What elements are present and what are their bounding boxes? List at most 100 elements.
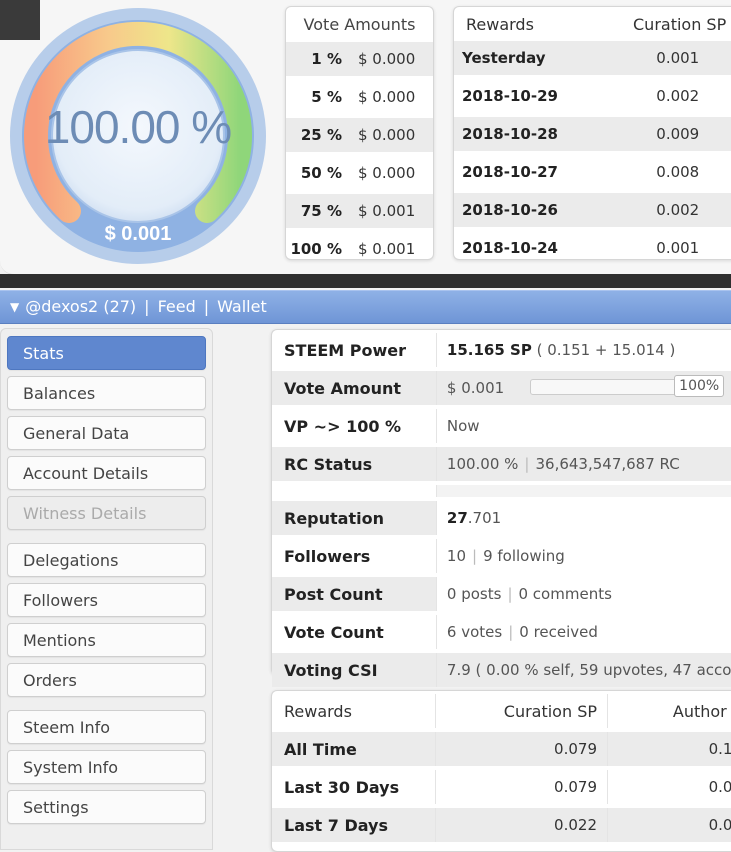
account-name-link[interactable]: @dexos2 (27) — [25, 297, 136, 316]
recent-reward-row: 2018-10-28 0.009 — [454, 117, 731, 151]
recent-rewards-header-col: Curation SP — [633, 15, 727, 34]
vote-amount-value: $ 0.001 — [446, 379, 505, 397]
gauge-value: $ 0.001 — [104, 223, 172, 245]
sidebar-item-settings[interactable]: Settings — [7, 790, 206, 824]
reward-author-value: 0.07 — [607, 770, 731, 804]
vote-percent: 50 % — [300, 164, 342, 182]
sidebar-item-system-info[interactable]: System Info — [7, 750, 206, 784]
reward-period-label: All Time — [272, 732, 435, 766]
reward-date: 2018-10-28 — [454, 117, 592, 151]
feed-link[interactable]: Feed — [158, 297, 196, 316]
reward-curation-sp: 0.001 — [591, 41, 714, 75]
stats-spacer — [272, 485, 731, 497]
sidebar-item-steem-info[interactable]: Steem Info — [7, 710, 206, 744]
reward-total-row: Last 7 Days 0.022 0.00 — [272, 808, 731, 842]
recent-reward-row: 2018-10-24 0.001 — [454, 231, 731, 265]
reward-period-label: Last 7 Days — [272, 808, 435, 842]
posts-count: 0 posts — [446, 585, 502, 603]
collapse-triangle-icon[interactable]: ▼ — [10, 291, 19, 323]
section-divider — [0, 274, 731, 288]
vote-weight-slider[interactable]: 100% — [530, 375, 725, 397]
sidebar-item-general-data[interactable]: General Data — [7, 416, 206, 450]
vote-usd-value: $ 0.000 — [358, 88, 416, 106]
vote-amount-row: 5 % $ 0.000 — [286, 80, 433, 114]
recent-reward-row: 2018-10-29 0.002 — [454, 79, 731, 113]
vote-amounts-header: Vote Amounts — [303, 15, 416, 34]
stats-table: STEEM Power 15.165 SP ( 0.151 + 15.014 )… — [272, 329, 731, 691]
rc-percent: 100.00 % — [446, 455, 519, 473]
reward-extra-cell — [713, 117, 731, 151]
reward-date: 2018-10-29 — [462, 87, 558, 105]
vote-amount-row: 25 % $ 0.000 — [286, 118, 433, 152]
vote-percent: 100 % — [290, 240, 342, 258]
reward-totals-header-curation: Curation SP — [435, 694, 607, 728]
reward-totals-table: Rewards Curation SP Author S All Time 0.… — [272, 690, 731, 846]
account-header-bar: ▼ @dexos2 (27) | Feed | Wallet — [0, 290, 731, 324]
vote-amount-row: 100 % $ 0.001 — [286, 232, 433, 266]
recent-rewards-panel: Rewards Curation SP Yesterday 0.001 2018-1… — [453, 6, 731, 260]
stat-label: Vote Count — [284, 622, 384, 642]
reward-date: 2018-10-27 — [462, 163, 558, 181]
sidebar-item-account-details[interactable]: Account Details — [7, 456, 206, 490]
vote-amounts-panel: Vote Amounts 1 % $ 0.000 5 % $ 0.000 25 % $ 0… — [285, 6, 434, 260]
top-summary-area: 100.00 % $ 0.001 Vote Amounts 1 % $ 0.000… — [0, 0, 731, 275]
vote-percent: 25 % — [286, 118, 350, 152]
sidebar-item-delegations[interactable]: Delegations — [7, 543, 206, 577]
stat-row-voting-csi: Voting CSI 7.9 ( 0.00 % self, 59 upvotes… — [272, 653, 731, 687]
vote-weight-slider-handle[interactable]: 100% — [674, 375, 725, 397]
vote-percent: 1 % — [286, 42, 350, 76]
stat-row-followers: Followers 10 | 9 following — [272, 539, 731, 573]
comments-count: 0 comments — [518, 585, 612, 603]
reward-curation-sp: 0.002 — [656, 87, 700, 105]
reputation-main: 27 — [446, 509, 468, 527]
reward-period-label: Last 30 Days — [284, 777, 400, 797]
reward-totals-header-author: Author S — [607, 694, 731, 728]
reward-curation-value: 0.079 — [435, 770, 607, 804]
reward-total-row: All Time 0.079 0.14 — [272, 732, 731, 766]
header-separator: | — [203, 297, 210, 316]
sidebar-item-followers[interactable]: Followers — [7, 583, 206, 617]
reward-curation-sp: 0.009 — [591, 117, 714, 151]
stat-row-post-count: Post Count 0 posts | 0 comments — [272, 577, 731, 611]
recent-reward-row: 2018-10-27 0.008 — [454, 155, 731, 189]
followers-count[interactable]: 10 — [447, 547, 466, 565]
wallet-link[interactable]: Wallet — [217, 297, 267, 316]
recent-rewards-table: Yesterday 0.001 2018-10-29 0.002 2018-10-28 0… — [454, 37, 731, 269]
sidebar-item-balances[interactable]: Balances — [7, 376, 206, 410]
reward-total-row: Last 30 Days 0.079 0.07 — [272, 770, 731, 804]
recent-rewards-header-label: Rewards — [466, 15, 534, 34]
reputation-decimals: .701 — [467, 509, 502, 527]
votes-count: 6 votes — [446, 623, 503, 641]
reward-extra-cell — [713, 155, 731, 189]
pipe-separator: | — [508, 623, 514, 641]
stat-label: RC Status — [272, 447, 436, 481]
pipe-separator: | — [472, 547, 478, 565]
stat-row-vote-count: Vote Count 6 votes | 0 received — [272, 615, 731, 649]
stat-label: Reputation — [272, 501, 436, 535]
sidebar-nav: Stats Balances General Data Account Deta… — [0, 328, 213, 850]
vp-value: Now — [435, 409, 731, 443]
reward-totals-panel: Rewards Curation SP Author S All Time 0.… — [271, 690, 731, 852]
stat-label: STEEM Power — [284, 340, 407, 360]
reward-curation-value: 0.079 — [435, 732, 607, 766]
reward-curation-value: 0.022 — [435, 808, 607, 842]
sidebar-item-orders[interactable]: Orders — [7, 663, 206, 697]
received-count: 0 received — [519, 623, 598, 641]
reward-extra-cell — [713, 41, 731, 75]
reward-date: Yesterday — [454, 41, 592, 75]
vote-percent: 5 % — [311, 88, 342, 106]
steem-power-value: 15.165 SP — [446, 341, 532, 359]
stat-label: VP ~> 100 % — [284, 416, 402, 436]
vote-amount-row: 50 % $ 0.000 — [286, 156, 433, 190]
pipe-separator: | — [507, 585, 513, 603]
reward-date: 2018-10-26 — [454, 193, 592, 227]
sidebar-item-stats[interactable]: Stats — [7, 336, 206, 370]
sidebar-item-mentions[interactable]: Mentions — [7, 623, 206, 657]
stat-row-vote-amount: Vote Amount $ 0.001 100% — [272, 371, 731, 405]
following-count[interactable]: 9 following — [483, 547, 565, 565]
stat-label: Vote Amount — [272, 371, 436, 405]
recent-reward-row: 2018-10-26 0.002 — [454, 193, 731, 227]
reward-extra-cell — [713, 231, 731, 265]
pipe-separator: | — [524, 455, 530, 473]
header-separator: | — [144, 297, 150, 316]
